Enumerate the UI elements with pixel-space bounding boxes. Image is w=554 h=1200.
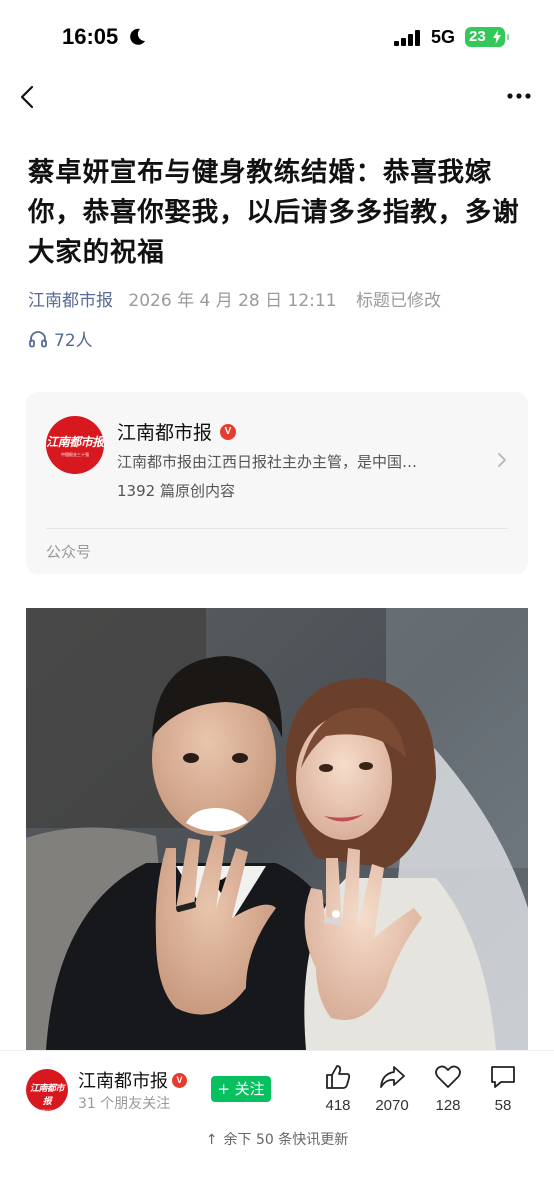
bottom-bar: 江南都市报 中国报业三十强 江南都市报 V 31 个朋友关注 + 关注 418 …: [0, 1050, 554, 1200]
account-description: 江南都市报由江西日报社主办主管，是中国…: [117, 453, 418, 471]
heart-icon: [435, 1065, 461, 1088]
like-button[interactable]: 418: [314, 1063, 362, 1114]
remaining-updates[interactable]: ↑ 余下 50 条快讯更新: [0, 1129, 554, 1149]
verified-badge-icon: V: [220, 423, 237, 440]
comment-button[interactable]: 58: [479, 1063, 527, 1114]
bottom-account-logo[interactable]: 江南都市报 中国报业三十强: [26, 1069, 68, 1113]
bottom-account-name[interactable]: 江南都市报 V: [78, 1067, 187, 1093]
article-photo[interactable]: [26, 608, 528, 1050]
account-type-label: 公众号: [46, 543, 92, 561]
signal-icon: [394, 30, 420, 46]
more-options-icon[interactable]: [506, 88, 532, 104]
verified-badge-icon: V: [172, 1072, 187, 1088]
status-time: 16:05: [62, 24, 119, 49]
moon-icon: [130, 28, 145, 45]
battery-icon: 23: [465, 27, 509, 47]
charging-bolt-icon: [493, 30, 501, 44]
comment-count: 58: [494, 1097, 512, 1114]
back-icon[interactable]: [16, 84, 40, 110]
like-count: 418: [325, 1097, 351, 1114]
nav-bar: [0, 76, 554, 120]
share-icon: [380, 1066, 405, 1088]
account-name: 江南都市报 V: [117, 418, 237, 445]
friends-following: 31 个朋友关注: [78, 1096, 171, 1112]
remaining-updates-text: 余下 50 条快讯更新: [223, 1132, 349, 1148]
article-meta: 江南都市报 2026 年 4 月 28 日 12:11 标题已修改: [28, 286, 441, 311]
headphones-icon: [29, 330, 47, 347]
thumbs-up-icon: [326, 1065, 351, 1089]
follow-button[interactable]: + 关注: [211, 1076, 271, 1102]
article-title: 蔡卓妍宣布与健身教练结婚：恭喜我嫁你，恭喜你娶我，以后请多多指教，多谢大家的祝福: [28, 157, 520, 268]
listener-count: 72人: [54, 331, 93, 351]
status-bar: 16:05 5G 23: [0, 0, 554, 76]
chevron-right-icon: [498, 453, 506, 467]
comment-icon: [491, 1066, 515, 1088]
card-divider: [46, 528, 508, 529]
share-button[interactable]: 2070: [368, 1063, 416, 1114]
arrow-up-icon: ↑: [205, 1132, 218, 1148]
wedding-photo-image: [26, 608, 528, 1050]
favorite-button[interactable]: 128: [424, 1063, 472, 1114]
article-source-link[interactable]: 江南都市报: [28, 291, 113, 311]
share-count: 2070: [375, 1097, 409, 1114]
network-type: 5G: [431, 27, 456, 47]
article-date: 2026 年 4 月 28 日 12:11: [128, 291, 337, 311]
account-logo: 江南都市报 中国报业三十强: [46, 416, 104, 474]
battery-level: 23: [469, 28, 486, 45]
title-edited-label: 标题已修改: [355, 291, 441, 311]
account-card[interactable]: 江南都市报 中国报业三十强 江南都市报 V 江南都市报由江西日报社主办主管，是中…: [26, 392, 528, 574]
account-original-count: 1392 篇原创内容: [117, 482, 235, 500]
favorite-count: 128: [435, 1097, 461, 1114]
listen-count[interactable]: 72人: [28, 326, 93, 351]
